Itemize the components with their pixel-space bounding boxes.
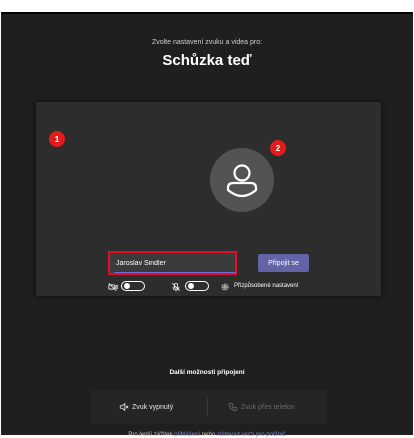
- join-options: Zvuk vypnutý Zvuk přes telefon: [91, 390, 326, 424]
- meeting-title: Schůzka teď: [162, 52, 252, 69]
- callout-badge-2: 2: [270, 140, 286, 156]
- audio-off-option[interactable]: Zvuk vypnutý: [119, 402, 173, 412]
- preview-card: Připojit se Přizp: [36, 102, 381, 296]
- join-screen: Zvolte nastavení zvuku a videa pro: Schů…: [1, 12, 413, 438]
- mic-toggle-knob: [188, 283, 194, 289]
- person-icon: [226, 164, 258, 198]
- mic-off-icon[interactable]: [171, 282, 181, 292]
- more-options-title: Další možnosti připojení: [169, 369, 245, 376]
- callout-badge-1: 1: [49, 131, 65, 147]
- camera-off-icon[interactable]: [108, 282, 118, 292]
- top-border: [0, 0, 414, 12]
- device-controls: Přizpůsobené nastavení: [36, 280, 381, 294]
- phone-icon: [228, 402, 238, 412]
- join-button[interactable]: Připojit se: [258, 254, 309, 272]
- phone-audio-option[interactable]: Zvuk přes telefon: [228, 402, 295, 412]
- options-divider: [207, 398, 208, 416]
- speaker-off-icon: [119, 402, 129, 412]
- join-subtitle: Zvolte nastavení zvuku a videa pro:: [151, 39, 263, 46]
- mic-toggle[interactable]: [185, 281, 209, 291]
- name-field[interactable]: [108, 251, 237, 275]
- audio-off-label: Zvuk vypnutý: [132, 403, 174, 411]
- name-input[interactable]: [114, 255, 236, 273]
- camera-toggle-knob: [124, 283, 130, 289]
- gear-icon[interactable]: [220, 282, 230, 292]
- custom-settings-link[interactable]: Přizpůsobené nastavení: [234, 283, 298, 289]
- camera-toggle[interactable]: [121, 281, 145, 291]
- avatar: [210, 148, 274, 212]
- phone-audio-label: Zvuk přes telefon: [241, 403, 295, 411]
